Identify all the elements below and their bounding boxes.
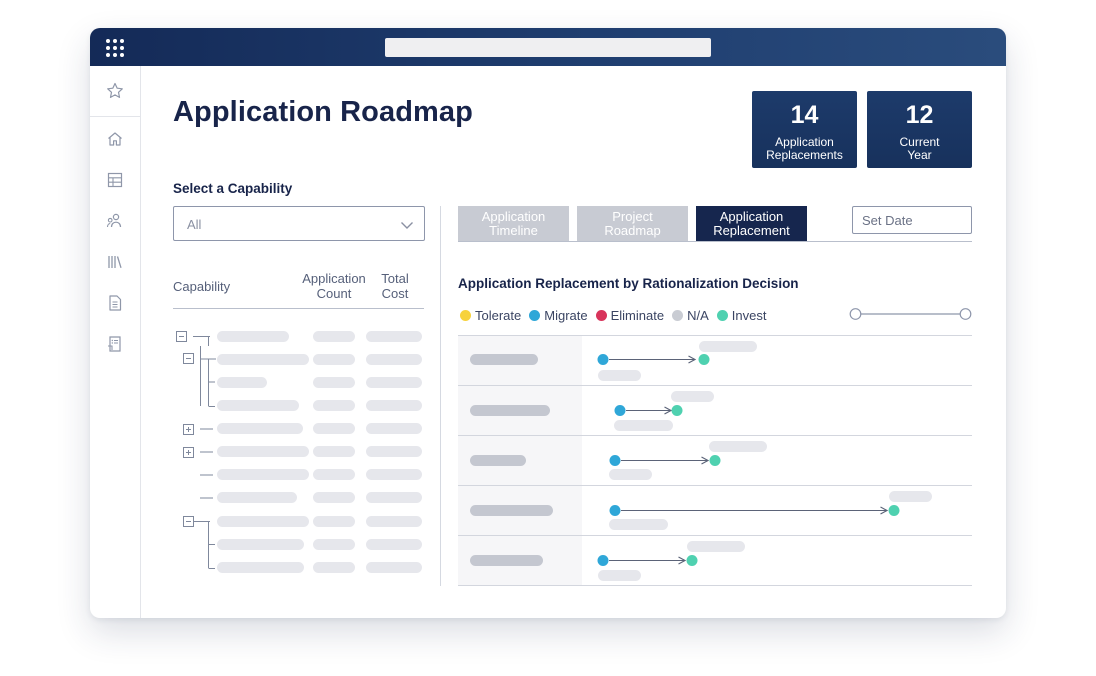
- replacement-chart: [458, 335, 972, 586]
- app-window: Application Roadmap 14 Application Repla…: [90, 28, 1006, 618]
